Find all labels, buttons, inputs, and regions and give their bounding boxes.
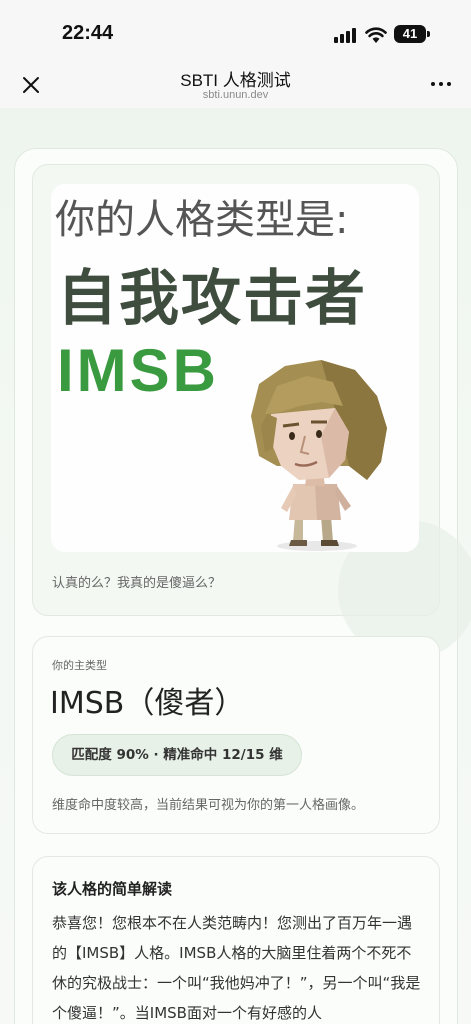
match-badge: 匹配度 90% · 精准命中 12/15 维 [52,734,302,776]
reading-title: 该人格的简单解读 [52,880,173,898]
status-bar: 22:44 41 [0,0,471,62]
result-type-code: IMSB [57,337,219,404]
more-icon[interactable] [428,74,454,94]
reading-body: 恭喜您！您根本不在人类范畴内！您测出了百万年一遇的【IMSB】人格。IMSB人格… [52,914,421,1022]
wifi-icon [365,27,387,43]
main-type-name: IMSB（傻者） [50,686,245,721]
page-url: sbti.unun.dev [202,89,269,101]
battery-cap [427,31,430,37]
main-type-label: 你的主类型 [52,659,107,672]
result-caption: 认真的么？我真的是傻逼么？ [52,576,222,591]
status-time: 22:44 [62,22,114,44]
cellular-signal-icon [334,27,358,43]
character-illustration [251,360,387,551]
main-type-note: 维度命中度较高，当前结果可视为你的第一人格画像。 [52,798,365,813]
browser-nav-bar: SBTI 人格测试 sbti.unun.dev [0,62,471,108]
page-title: SBTI 人格测试 [180,71,291,90]
battery-icon: 41 [394,25,426,43]
result-type-chinese: 自我攻击者 [57,264,367,334]
result-heading: 你的人格类型是: [55,197,349,243]
result-image: 你的人格类型是: 自我攻击者 IMSB [51,184,419,552]
